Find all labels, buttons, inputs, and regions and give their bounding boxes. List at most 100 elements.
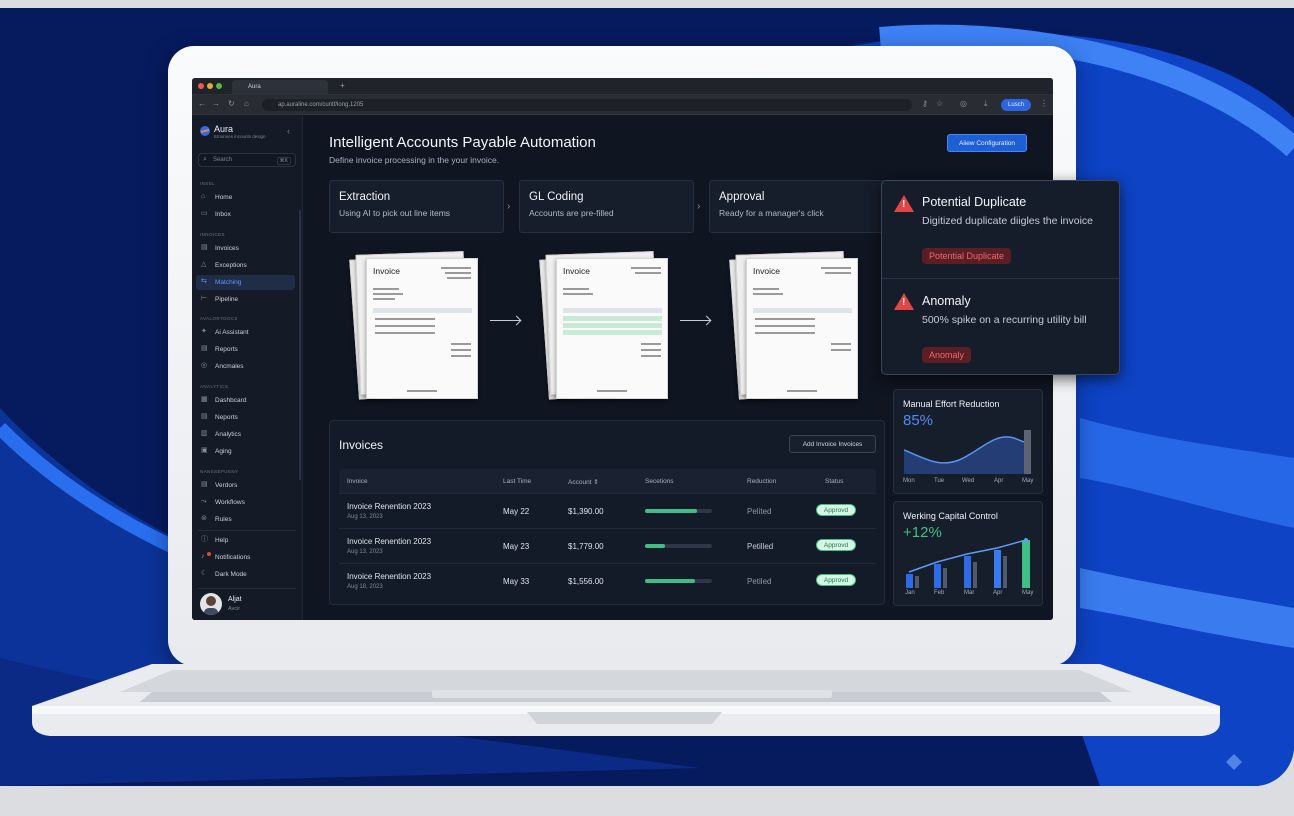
area-series xyxy=(904,436,1024,474)
back-icon[interactable]: ← xyxy=(198,100,206,108)
sidebar-item-label: Exceptions xyxy=(215,262,247,269)
profile-button[interactable]: Lusch xyxy=(1001,99,1031,111)
minimize-window-button[interactable] xyxy=(207,83,213,89)
arrow-right-icon xyxy=(490,320,520,321)
sidebar-item-neports[interactable]: ▤ Neports xyxy=(196,410,295,425)
sidebar-divider xyxy=(198,530,296,531)
invoice-text-line xyxy=(447,277,471,279)
sidebar-item-label: Matching xyxy=(215,279,242,286)
view-configuration-button[interactable]: Aiiew Configuration xyxy=(947,134,1027,152)
invoice-text-line xyxy=(375,325,435,327)
close-window-button[interactable] xyxy=(198,83,204,89)
invoice-document-stack: Invoice xyxy=(349,250,478,400)
column-header[interactable]: Reduction xyxy=(747,478,776,485)
sidebar-item-pipeline[interactable]: ⊢ Pipeline xyxy=(196,292,295,307)
collapse-sidebar-button[interactable]: ‹ xyxy=(287,126,290,136)
column-header[interactable]: Invoice xyxy=(347,478,368,485)
forward-icon[interactable]: → xyxy=(212,100,220,108)
sidebar-item-exceptions[interactable]: △ Exceptions xyxy=(196,258,295,273)
sidebar-item-ai-assistant[interactable]: ✦ Ai Assistant xyxy=(196,325,295,340)
notification-dot xyxy=(207,552,211,556)
sidebar-item-workflows[interactable]: ⤳ Workflows xyxy=(196,495,295,510)
sidebar-item-label: Analytics xyxy=(215,431,242,438)
document-icon: ▤ xyxy=(201,244,208,251)
column-header[interactable]: Account ⇕ xyxy=(568,478,599,486)
sidebar-item-matching[interactable]: ⇆ Matching xyxy=(196,275,295,290)
invoice-table-header xyxy=(373,308,472,313)
maximize-window-button[interactable] xyxy=(216,83,222,89)
invoice-text-line xyxy=(821,267,851,269)
invoice-date: Aug 18, 2023 xyxy=(347,584,383,590)
sidebar-section-label: NANSSEPUENY xyxy=(200,469,239,474)
reload-icon[interactable]: ↻ xyxy=(228,100,235,108)
column-header[interactable]: Last Time xyxy=(503,478,531,485)
column-header[interactable]: Secetions xyxy=(645,478,674,485)
alert-badge[interactable]: Anomaly xyxy=(922,347,972,363)
alert-badge[interactable]: Potential Duplicate xyxy=(922,248,1012,264)
anomaly-icon: ◎ xyxy=(201,362,208,369)
bar xyxy=(1003,556,1007,588)
bar xyxy=(943,568,947,588)
sidebar-item-anomalies[interactable]: ◎ Ancmales xyxy=(196,359,295,374)
sidebar-item-label: Inbox xyxy=(215,211,231,218)
invoice-text-line xyxy=(831,343,851,345)
invoice-highlighted-row xyxy=(563,316,662,321)
sidebar-item-inbox[interactable]: ▭ Inbox xyxy=(196,207,295,222)
working-capital-card: Werking Capital Control +12% Jan Feb Mar… xyxy=(893,501,1043,606)
warning-icon xyxy=(894,195,914,212)
sidebar-item-analytics[interactable]: ▥ Analytics xyxy=(196,427,295,442)
bar xyxy=(1022,540,1030,588)
bar xyxy=(915,576,919,588)
sidebar-item-reports[interactable]: ▤ Reports xyxy=(196,342,295,357)
key-icon[interactable]: ⚷ xyxy=(922,100,928,108)
invoice-text-line xyxy=(407,390,437,392)
brand-subtitle: Emonoes incounts design xyxy=(214,134,266,139)
column-header[interactable]: Status xyxy=(825,478,843,485)
alert-divider xyxy=(882,278,1119,279)
sidebar-item-dark-mode[interactable]: ☾ Dark Mode xyxy=(196,567,295,582)
home-icon[interactable]: ⌂ xyxy=(244,100,249,108)
step-card-approval: Approval Ready for a manager's click xyxy=(709,180,884,233)
url-field[interactable]: ap.auraline.com/cuntf/long.1205 xyxy=(262,99,912,111)
sidebar-item-aging[interactable]: ▣ Aging xyxy=(196,444,295,459)
invoice-text-line xyxy=(641,343,661,345)
sidebar-scrollbar[interactable] xyxy=(299,210,301,480)
menu-icon[interactable]: ⋮ xyxy=(1040,100,1048,108)
avatar[interactable] xyxy=(200,593,222,615)
brand-name: Aura xyxy=(214,124,234,134)
dashboard-icon: ▦ xyxy=(201,396,208,403)
sidebar-item-label: Aging xyxy=(215,448,232,455)
sidebar-item-home[interactable]: ⌂ Home xyxy=(196,190,295,205)
metric-title: Manual Effort Reduction xyxy=(903,399,1000,409)
extensions-icon[interactable]: ◎ xyxy=(960,100,967,108)
invoice-text-line xyxy=(787,390,817,392)
sidebar-item-help[interactable]: ⓘ Help xyxy=(196,533,295,548)
rules-icon: ⊜ xyxy=(201,515,207,522)
sidebar-item-invoices[interactable]: ▤ Invoices xyxy=(196,241,295,256)
sidebar-item-vendors[interactable]: ▤ Verdors xyxy=(196,478,295,493)
invoice-amount: $1,390.00 xyxy=(568,507,604,516)
table-row[interactable]: Invoice Renention 2023 Aug 13, 2023 May … xyxy=(339,493,876,528)
add-invoice-button[interactable]: Add Invoice Invoices xyxy=(789,435,876,453)
invoice-reduction: Pelited xyxy=(747,507,772,516)
brand-logo-icon xyxy=(200,126,210,136)
progress-bar xyxy=(645,579,712,583)
table-row[interactable]: Invoice Renention 2023 Aug 18, 2023 May … xyxy=(339,563,876,598)
sidebar-search-input[interactable]: ⌕ Search ⌘K xyxy=(198,153,296,167)
new-tab-button[interactable]: + xyxy=(340,81,345,90)
invoice-date: Aug 13, 2023 xyxy=(347,514,383,520)
sidebar-item-rules[interactable]: ⊜ Rules xyxy=(196,512,295,527)
download-icon[interactable]: ⤓ xyxy=(984,100,988,108)
workflow-icon: ⤳ xyxy=(201,498,207,505)
x-axis-label: May xyxy=(1022,478,1034,484)
browser-tab[interactable]: Aura xyxy=(232,80,328,95)
sidebar-item-notifications[interactable]: ♪ Notifications xyxy=(196,550,295,565)
star-icon[interactable]: ☆ xyxy=(936,100,943,108)
laptop-keyboard-base xyxy=(32,664,1220,736)
sidebar-item-label: Notifications xyxy=(215,554,251,561)
help-icon: ⓘ xyxy=(201,536,208,543)
sidebar-item-dashboard[interactable]: ▦ Dashbcard xyxy=(196,393,295,408)
warning-icon: △ xyxy=(201,261,207,268)
table-row[interactable]: Invoice Renention 2023 Aug 13, 2023 May … xyxy=(339,528,876,563)
sidebar-item-label: Rules xyxy=(215,516,232,523)
